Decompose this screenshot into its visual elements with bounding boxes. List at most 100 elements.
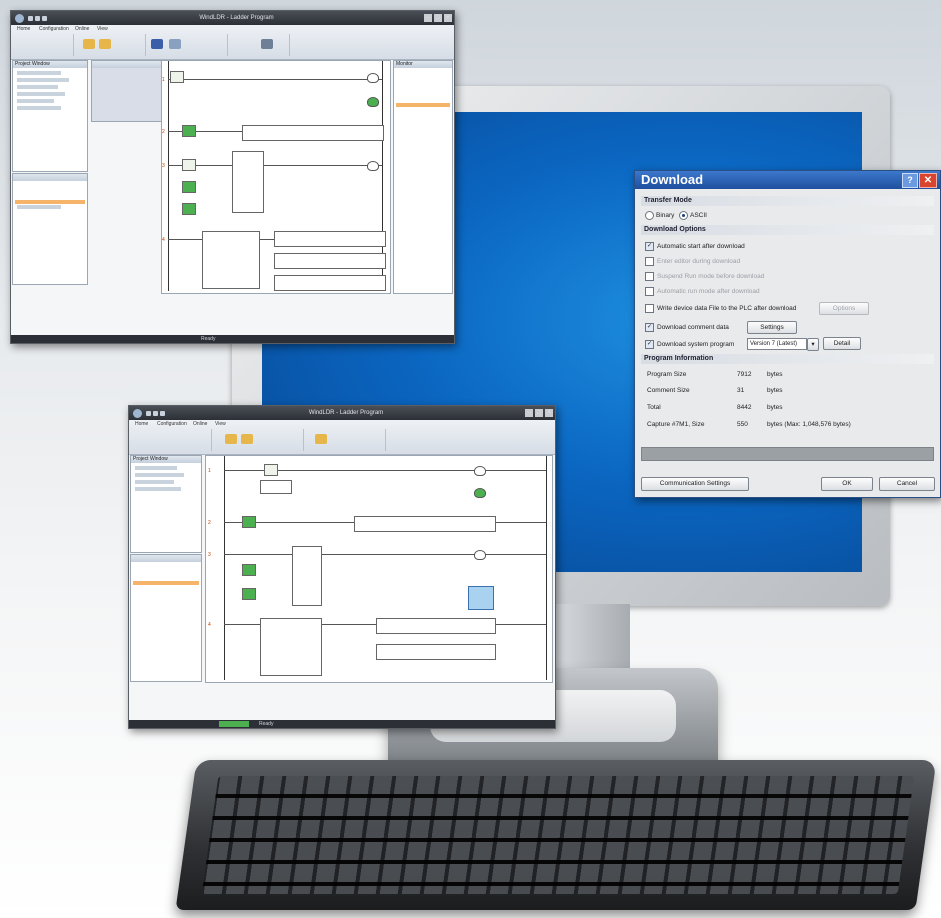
start-icon[interactable] (169, 39, 181, 49)
print-icon[interactable] (261, 39, 273, 49)
app-menu-icon[interactable] (15, 13, 24, 23)
save-icon[interactable] (146, 410, 151, 416)
save-icon[interactable] (28, 15, 33, 21)
contact-icon[interactable] (170, 71, 184, 83)
selected-row[interactable] (133, 581, 199, 585)
instruction-block[interactable] (376, 644, 496, 660)
tab-online[interactable]: Online (193, 421, 207, 427)
transfer-mode-ascii[interactable]: ASCII (679, 211, 707, 220)
tab-home[interactable]: Home (135, 421, 148, 427)
contact-icon[interactable] (182, 159, 196, 171)
coil-icon[interactable] (367, 161, 379, 171)
instruction-block[interactable] (274, 231, 386, 247)
dialog-title: Download (641, 172, 704, 187)
close-icon[interactable]: × (444, 14, 452, 22)
energized-coil-icon[interactable] (367, 97, 379, 107)
selected-row[interactable] (15, 200, 85, 204)
contact-on-icon[interactable] (242, 564, 256, 576)
status-bar: Ready (129, 720, 555, 728)
help-icon[interactable]: ? (902, 173, 918, 188)
contact-on-icon[interactable] (182, 203, 196, 215)
undo-icon[interactable] (153, 410, 158, 416)
ladder-diagram[interactable]: 1 2 3 4 (161, 60, 391, 294)
program-information-header: Program Information (641, 354, 934, 364)
settings-button[interactable]: Settings (747, 321, 797, 334)
option-auto-run[interactable]: Automatic run mode after download (645, 287, 760, 296)
radio-icon[interactable] (645, 211, 654, 220)
function-block[interactable] (260, 618, 322, 676)
options-button[interactable]: Options (819, 302, 869, 315)
monitor-icon[interactable] (315, 434, 327, 444)
tab-home[interactable]: Home (17, 26, 30, 32)
tab-view[interactable]: View (97, 26, 108, 32)
maximize-icon[interactable]: □ (434, 14, 442, 22)
contact-icon[interactable] (264, 464, 278, 476)
redo-icon[interactable] (160, 410, 165, 416)
tab-online[interactable]: Online (75, 26, 89, 32)
ribbon-group-file (13, 34, 74, 56)
download-icon[interactable] (83, 39, 95, 49)
cancel-button[interactable]: Cancel (879, 477, 935, 491)
energized-coil-icon[interactable] (474, 488, 486, 498)
project-window-title: Project Window (131, 456, 201, 463)
checkbox-icon[interactable] (645, 304, 654, 313)
download-icon[interactable] (225, 434, 237, 444)
instruction-block[interactable] (274, 275, 386, 291)
app-menu-icon[interactable] (133, 408, 142, 418)
coil-icon[interactable] (474, 550, 486, 560)
option-enter-editor[interactable]: Enter editor during download (645, 257, 740, 266)
option-download-comment[interactable]: ✓ Download comment data (645, 323, 729, 332)
maximize-icon[interactable]: □ (535, 409, 543, 417)
instruction-block[interactable] (354, 516, 496, 532)
coil-icon[interactable] (474, 466, 486, 476)
transfer-mode-binary[interactable]: Binary (645, 211, 674, 220)
instruction-block[interactable] (242, 125, 384, 141)
close-icon[interactable]: × (545, 409, 553, 417)
function-block[interactable] (202, 231, 260, 289)
minimize-icon[interactable]: – (424, 14, 432, 22)
contact-on-icon[interactable] (242, 588, 256, 600)
checkbox-checked-icon[interactable]: ✓ (645, 340, 654, 349)
option-auto-start[interactable]: ✓ Automatic start after download (645, 242, 745, 251)
undo-icon[interactable] (35, 15, 40, 21)
communication-settings-button[interactable]: Communication Settings (641, 477, 749, 491)
instruction-block[interactable] (376, 618, 496, 634)
instruction-block[interactable] (274, 253, 386, 269)
selected-row[interactable] (396, 103, 450, 107)
ladder-diagram[interactable]: 1 2 3 4 (205, 455, 553, 683)
upload-icon[interactable] (99, 39, 111, 49)
monitor-icon[interactable] (151, 39, 163, 49)
function-block[interactable] (292, 546, 322, 606)
option-write-device-data[interactable]: Write device data File to the PLC after … (645, 304, 796, 313)
function-block[interactable] (232, 151, 264, 213)
checkbox-icon[interactable] (645, 272, 654, 281)
checkbox-checked-icon[interactable]: ✓ (645, 242, 654, 251)
close-icon[interactable]: ✕ (919, 173, 937, 188)
option-suspend-run[interactable]: Suspend Run mode before download (645, 272, 764, 281)
coil-icon[interactable] (367, 73, 379, 83)
download-dialog: Download ? ✕ Transfer Mode Binary ASCII … (634, 170, 941, 498)
info-row: Comment Size 31 bytes (647, 387, 783, 394)
contact-on-icon[interactable] (182, 181, 196, 193)
info-row: Capture #7M1, Size 550 bytes (Max: 1,048… (647, 421, 851, 428)
checkbox-icon[interactable] (645, 257, 654, 266)
tab-view[interactable]: View (215, 421, 226, 427)
tab-configuration[interactable]: Configuration (39, 26, 69, 32)
run-indicator (219, 721, 249, 727)
option-download-system-program[interactable]: ✓ Download system program (645, 340, 734, 349)
tab-configuration[interactable]: Configuration (157, 421, 187, 427)
checkbox-icon[interactable] (645, 287, 654, 296)
function-block[interactable] (260, 480, 292, 494)
upload-icon[interactable] (241, 434, 253, 444)
ok-button[interactable]: OK (821, 477, 873, 491)
checkbox-checked-icon[interactable]: ✓ (645, 323, 654, 332)
chevron-down-icon[interactable]: ▾ (807, 338, 819, 351)
contact-on-icon[interactable] (182, 125, 196, 137)
redo-icon[interactable] (42, 15, 47, 21)
minimize-icon[interactable]: – (525, 409, 533, 417)
radio-selected-icon[interactable] (679, 211, 688, 220)
selection-cursor[interactable] (468, 586, 494, 610)
detail-button[interactable]: Detail (823, 337, 861, 350)
system-program-version-select[interactable]: Version 7 (Latest) (747, 338, 807, 350)
contact-on-icon[interactable] (242, 516, 256, 528)
